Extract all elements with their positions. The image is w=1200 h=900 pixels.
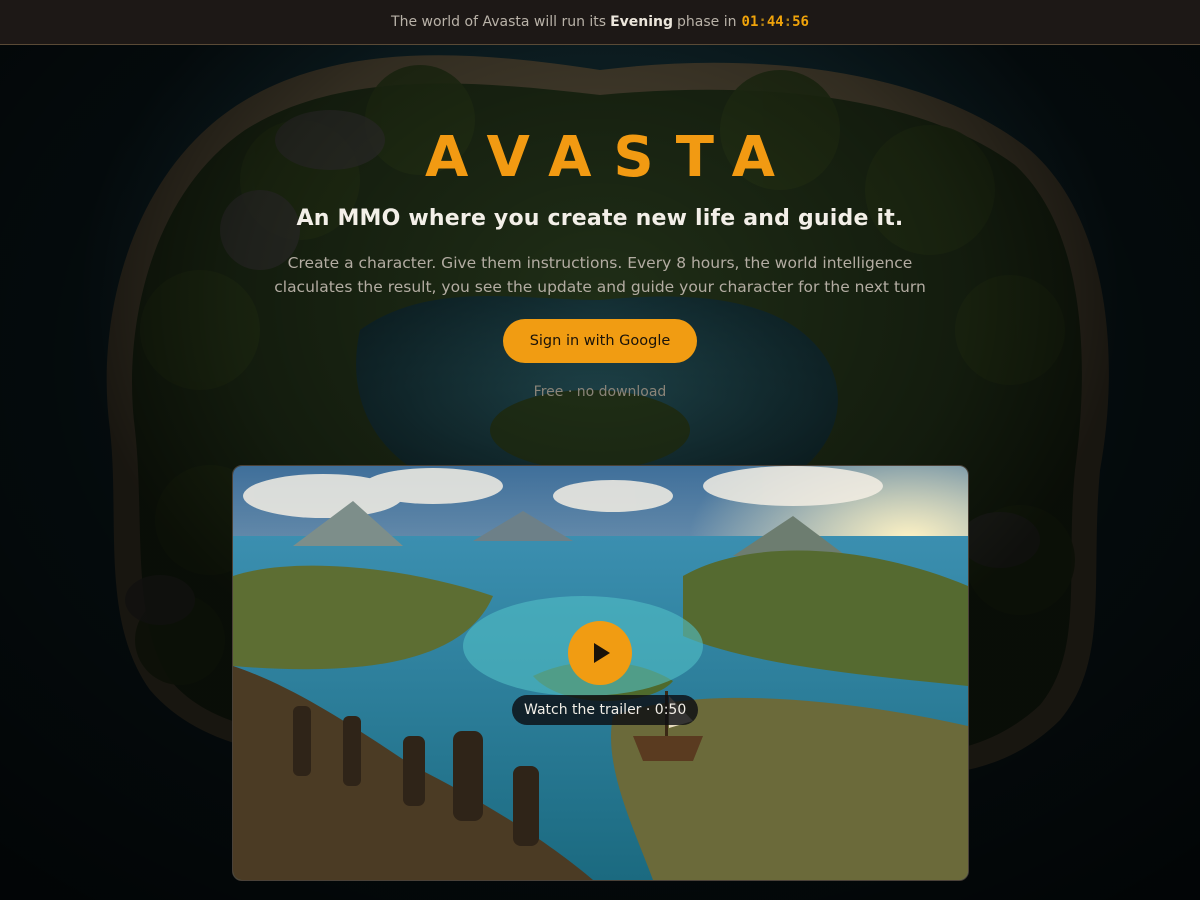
landing-page: The world of Avasta will run its Evening…	[0, 0, 1200, 900]
timer-separator: :	[758, 14, 767, 30]
timer-seconds: 56	[792, 14, 809, 30]
countdown-timer: 01:44:56	[742, 14, 809, 30]
timer-minutes: 44	[766, 14, 784, 30]
timer-separator: :	[783, 14, 793, 30]
free-no-download-note: Free · no download	[533, 384, 667, 400]
hero-section: AVASTA An MMO where you create new life …	[0, 44, 1200, 400]
game-logo: AVASTA	[425, 125, 797, 190]
tagline: An MMO where you create new life and gui…	[296, 206, 904, 231]
play-icon	[594, 643, 610, 663]
description: Create a character. Give them instructio…	[260, 251, 940, 299]
play-button[interactable]	[568, 621, 632, 685]
phase-announcement-bar: The world of Avasta will run its Evening…	[0, 0, 1200, 45]
announcement-prefix: The world of Avasta will run its	[391, 14, 607, 30]
phase-name: Evening	[610, 14, 674, 30]
sign-in-google-button[interactable]: Sign in with Google	[503, 319, 697, 363]
watch-trailer-label[interactable]: Watch the trailer · 0:50	[512, 695, 699, 725]
description-line: Create a character. Give them instructio…	[287, 254, 913, 272]
timer-hours: 01	[741, 14, 759, 30]
description-line: claculates the result, you see the updat…	[274, 278, 926, 296]
trailer-video-card[interactable]: Watch the trailer · 0:50	[232, 465, 969, 881]
announcement-middle: phase in	[677, 14, 737, 30]
